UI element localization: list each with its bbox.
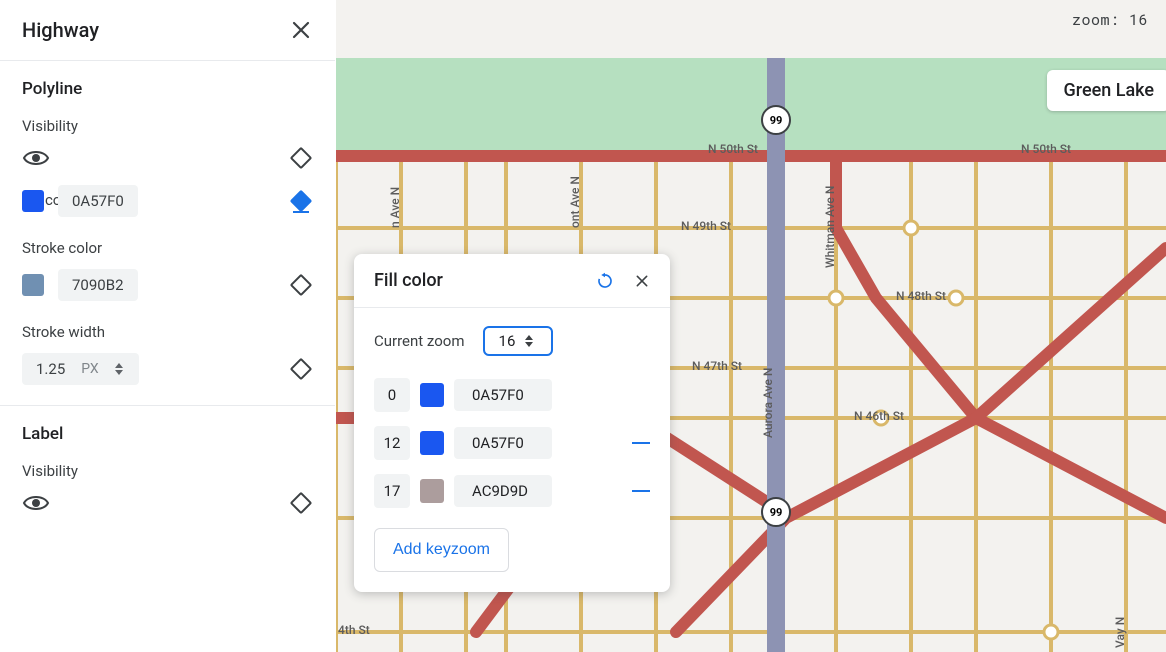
keyzoom-hex[interactable]: 0A57F0 [454,427,552,459]
keyzoom-hex[interactable]: 0A57F0 [454,379,552,411]
fill-color-popover: Fill color Current zoom 16 0 0A57F0 [354,254,670,592]
keyzoom-row: 12 0A57F0 [374,426,650,460]
keyzoom-swatch[interactable] [420,431,444,455]
keyzoom-zoom-value[interactable]: 12 [374,426,410,460]
stroke-width-label: Stroke width [22,323,313,341]
add-keyzoom-button[interactable]: Add keyzoom [374,528,509,572]
svg-text:n Ave N: n Ave N [388,187,402,228]
current-zoom-row: Current zoom 16 [374,326,650,356]
visibility-label: Visibility [22,117,313,135]
popover-header: Fill color [354,254,670,307]
svg-text:N 50th St: N 50th St [708,142,758,156]
svg-text:Whitman Ave N: Whitman Ave N [823,186,837,268]
stroke-width-unit: PX [81,361,98,377]
sidebar-title: Highway [22,18,99,42]
keyzoom-diamond-filled-icon[interactable] [290,190,313,213]
keyzoom-list: 0 0A57F0 12 0A57F0 17 AC9D9D [374,378,650,508]
section-label: Label Visibility [0,406,335,534]
zoom-indicator: zoom: 16 [1072,10,1148,30]
keyzoom-diamond-icon[interactable] [290,492,313,515]
close-icon[interactable] [634,273,650,289]
sidebar: Highway Polyline Visibility Fill color [0,0,336,652]
keyzoom-zoom-value[interactable]: 0 [374,378,410,412]
section-title-polyline: Polyline [22,79,313,99]
fill-color-hex[interactable]: 0A57F0 [58,185,138,217]
keyzoom-swatch[interactable] [420,383,444,407]
stroke-width-value: 1.25 [36,360,65,378]
svg-text:99: 99 [770,114,783,127]
stroke-color-row: 7090B2 [22,269,313,301]
remove-keyzoom-icon[interactable] [632,442,650,444]
current-zoom-value: 16 [499,332,516,350]
zoom-prefix: zoom: [1072,10,1120,30]
eye-icon[interactable] [22,147,50,169]
stepper-arrows-icon[interactable] [115,363,125,375]
place-label[interactable]: Green Lake [1047,70,1166,111]
keyzoom-diamond-icon[interactable] [290,358,313,381]
eye-icon[interactable] [22,492,50,514]
svg-text:N 46th St: N 46th St [854,409,904,423]
current-zoom-label: Current zoom [374,332,465,350]
visibility-row [22,147,313,169]
section-title-label: Label [22,424,313,444]
current-zoom-stepper[interactable]: 16 [483,326,553,356]
visibility-row [22,492,313,514]
stroke-color-hex[interactable]: 7090B2 [58,269,138,301]
stroke-color-hex-text: 7090B2 [72,276,124,294]
svg-text:N 49th St: N 49th St [681,219,731,233]
section-polyline: Polyline Visibility Fill color 0A57F0 [0,61,335,405]
svg-text:N 48th St: N 48th St [896,289,946,303]
stroke-color-label: Stroke color [22,239,313,257]
keyzoom-hex[interactable]: AC9D9D [454,475,552,507]
svg-text:Vay N: Vay N [1113,617,1127,648]
visibility-label: Visibility [22,462,313,480]
reset-icon[interactable] [596,272,614,290]
keyzoom-row: 0 0A57F0 [374,378,650,412]
popover-body: Current zoom 16 00A57F0120A57F017AC9D9D … [354,308,670,592]
remove-keyzoom-icon[interactable] [632,490,650,492]
keyzoom-diamond-icon[interactable] [290,274,313,297]
zoom-value: 16 [1129,10,1148,30]
svg-text:N 50th St: N 50th St [1021,142,1071,156]
svg-text:Aurora Ave N: Aurora Ave N [761,368,775,438]
keyzoom-zoom-value[interactable]: 17 [374,474,410,508]
keyzoom-diamond-icon[interactable] [290,147,313,170]
stroke-width-stepper[interactable]: 1.25 PX [22,353,139,385]
stepper-arrows-icon[interactable] [525,335,533,347]
svg-text:99: 99 [770,506,783,519]
sidebar-header: Highway [0,0,335,60]
popover-title: Fill color [374,270,443,291]
fill-color-swatch[interactable] [22,190,44,212]
fill-color-hex-text: 0A57F0 [72,192,124,210]
stroke-color-swatch[interactable] [22,274,44,296]
svg-text:ont Ave N: ont Ave N [568,176,582,228]
keyzoom-swatch[interactable] [420,479,444,503]
stroke-width-row: 1.25 PX [22,353,313,385]
keyzoom-row: 17 AC9D9D [374,474,650,508]
svg-text:N 47th St: N 47th St [692,359,742,373]
fill-color-row: 0A57F0 [22,185,313,217]
svg-text:4th St: 4th St [338,623,370,637]
close-icon[interactable] [289,18,313,42]
